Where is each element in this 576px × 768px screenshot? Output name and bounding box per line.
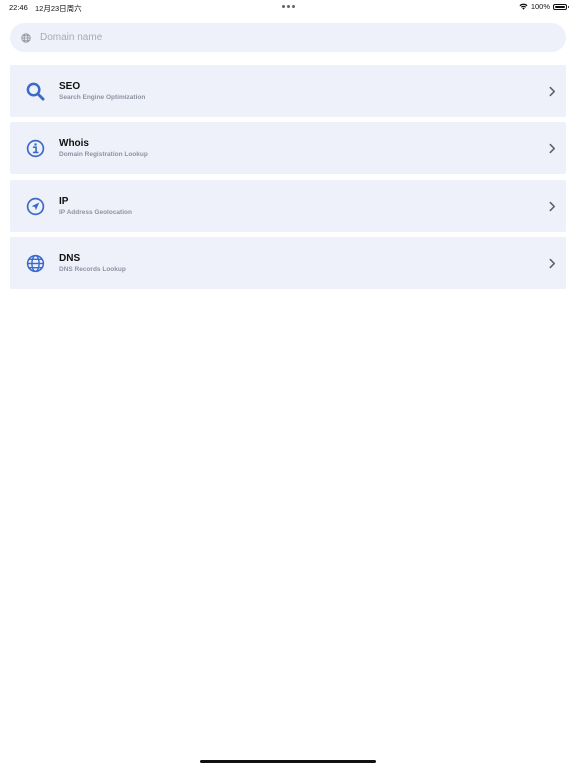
tool-title: SEO xyxy=(59,81,81,92)
tool-title: IP xyxy=(59,196,69,207)
app-screen: 22:46 12月23日周六 100% Domain name SEO Sear… xyxy=(0,0,576,768)
domain-search-field[interactable] xyxy=(10,23,566,52)
domain-name-input[interactable] xyxy=(40,23,550,52)
home-indicator[interactable] xyxy=(200,760,376,763)
chevron-right-icon xyxy=(549,143,556,154)
globe-icon xyxy=(26,254,45,273)
status-bar: 22:46 12月23日周六 100% xyxy=(0,0,576,14)
tool-item-whois[interactable]: Whois Domain Registration Lookup xyxy=(10,122,566,174)
tool-title: Whois xyxy=(59,138,89,149)
battery-percentage: 100% xyxy=(530,2,550,11)
info-circle-icon xyxy=(26,139,45,158)
tool-subtitle: Domain Registration Lookup xyxy=(59,151,148,158)
tool-item-seo[interactable]: SEO Search Engine Optimization xyxy=(10,65,566,117)
chevron-right-icon xyxy=(549,258,556,269)
tool-subtitle: IP Address Geolocation xyxy=(59,209,132,216)
multitasking-dots-icon[interactable] xyxy=(282,5,295,8)
battery-icon xyxy=(553,3,569,10)
globe-icon xyxy=(21,33,31,43)
status-date: 12月23日周六 xyxy=(35,4,82,13)
tool-title: DNS xyxy=(59,253,81,264)
chevron-right-icon xyxy=(549,86,556,97)
magnifying-glass-icon xyxy=(26,82,45,101)
tool-item-dns[interactable]: DNS DNS Records Lookup xyxy=(10,237,566,289)
wifi-icon xyxy=(519,3,528,10)
location-arrow-icon xyxy=(26,197,45,216)
status-indicators: 100% xyxy=(519,2,569,11)
tool-subtitle: Search Engine Optimization xyxy=(59,94,146,101)
tool-subtitle: DNS Records Lookup xyxy=(59,266,126,273)
tool-item-ip[interactable]: IP IP Address Geolocation xyxy=(10,180,566,232)
status-time: 22:46 xyxy=(9,3,28,12)
chevron-right-icon xyxy=(549,201,556,212)
